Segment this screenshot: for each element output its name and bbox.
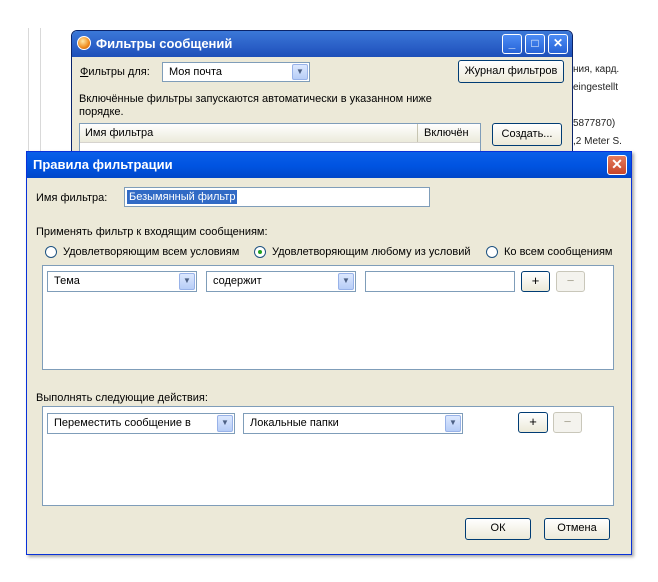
close-button[interactable]: ✕ <box>548 34 568 54</box>
match-all-label: Удовлетворяющим всем условиям <box>63 246 240 258</box>
minimize-button[interactable]: _ <box>502 34 522 54</box>
match-any-option[interactable]: Удовлетворяющим любому из условий <box>254 246 484 260</box>
action-target-select[interactable]: Локальные папки ▼ <box>243 413 463 434</box>
chevron-down-icon[interactable]: ▼ <box>292 64 308 80</box>
cancel-button[interactable]: Отмена <box>544 518 610 540</box>
chevron-down-icon[interactable]: ▼ <box>445 415 461 432</box>
filters-titlebar[interactable]: Фильтры сообщений _ □ ✕ <box>72 31 572 57</box>
conditions-panel: Тема ▼ содержит ▼ + − <box>42 265 614 370</box>
actions-panel: Переместить сообщение в ▼ Локальные папк… <box>42 406 614 506</box>
column-filter-name[interactable]: Имя фильтра <box>85 127 153 139</box>
actions-label: Выполнять следующие действия: <box>36 392 208 404</box>
action-target-value: Локальные папки <box>250 417 339 429</box>
background-text: eingestellt <box>573 82 619 93</box>
ok-button[interactable]: ОК <box>465 518 531 540</box>
message-filters-dialog: Фильтры сообщений _ □ ✕ Фильтры для: Моя… <box>71 30 573 160</box>
match-any-label: Удовлетворяющим любому из условий <box>272 246 471 258</box>
app-icon <box>77 36 91 50</box>
add-condition-button[interactable]: + <box>521 271 550 292</box>
filter-log-button[interactable]: Журнал фильтров <box>458 60 564 83</box>
filters-for-label: Фильтры для: <box>80 66 150 78</box>
column-divider <box>417 124 418 142</box>
filter-name-label: Имя фильтра: <box>36 192 108 204</box>
condition-operator-select[interactable]: содержит ▼ <box>206 271 356 292</box>
chevron-down-icon[interactable]: ▼ <box>217 415 233 432</box>
condition-field-value: Тема <box>54 275 80 287</box>
background-text: ,2 Meter S. <box>573 136 622 147</box>
rules-titlebar[interactable]: Правила фильтрации ✕ <box>27 152 631 178</box>
rules-title: Правила фильтрации <box>33 157 173 172</box>
create-button[interactable]: Создать... <box>492 123 562 146</box>
match-all-messages-option[interactable]: Ко всем сообщениям <box>486 246 626 260</box>
filter-name-value: Безымянный фильтр <box>127 190 238 204</box>
background-text: ния, кард. <box>573 64 620 75</box>
filter-rules-dialog: Правила фильтрации ✕ Имя фильтра: Безымя… <box>26 151 632 555</box>
chevron-down-icon[interactable]: ▼ <box>179 273 195 290</box>
condition-operator-value: содержит <box>213 275 262 287</box>
condition-field-select[interactable]: Тема ▼ <box>47 271 197 292</box>
apply-label: Применять фильтр к входящим сообщениям: <box>36 226 268 238</box>
add-action-button[interactable]: + <box>518 412 548 433</box>
action-type-select[interactable]: Переместить сообщение в ▼ <box>47 413 235 434</box>
all-messages-radio[interactable] <box>486 246 498 258</box>
filter-name-input[interactable]: Безымянный фильтр <box>124 187 430 207</box>
condition-value-input[interactable] <box>365 271 515 292</box>
remove-action-button[interactable]: − <box>553 412 582 433</box>
filters-description: Включённые фильтры запускаются автоматич… <box>79 93 432 118</box>
radio-selected-dot <box>258 250 262 254</box>
match-any-radio[interactable] <box>254 246 266 258</box>
all-messages-label: Ко всем сообщениям <box>504 246 613 258</box>
match-all-option[interactable]: Удовлетворяющим всем условиям <box>45 246 275 260</box>
chevron-down-icon[interactable]: ▼ <box>338 273 354 290</box>
action-type-value: Переместить сообщение в <box>54 417 191 429</box>
background-text: 5877870) <box>573 118 616 129</box>
filters-title: Фильтры сообщений <box>96 36 233 51</box>
remove-condition-button[interactable]: − <box>556 271 585 292</box>
maximize-button[interactable]: □ <box>525 34 545 54</box>
account-select[interactable]: Моя почта ▼ <box>162 62 310 82</box>
match-all-radio[interactable] <box>45 246 57 258</box>
account-value: Моя почта <box>169 66 223 78</box>
column-enabled[interactable]: Включён <box>424 127 469 139</box>
close-button[interactable]: ✕ <box>607 155 627 175</box>
